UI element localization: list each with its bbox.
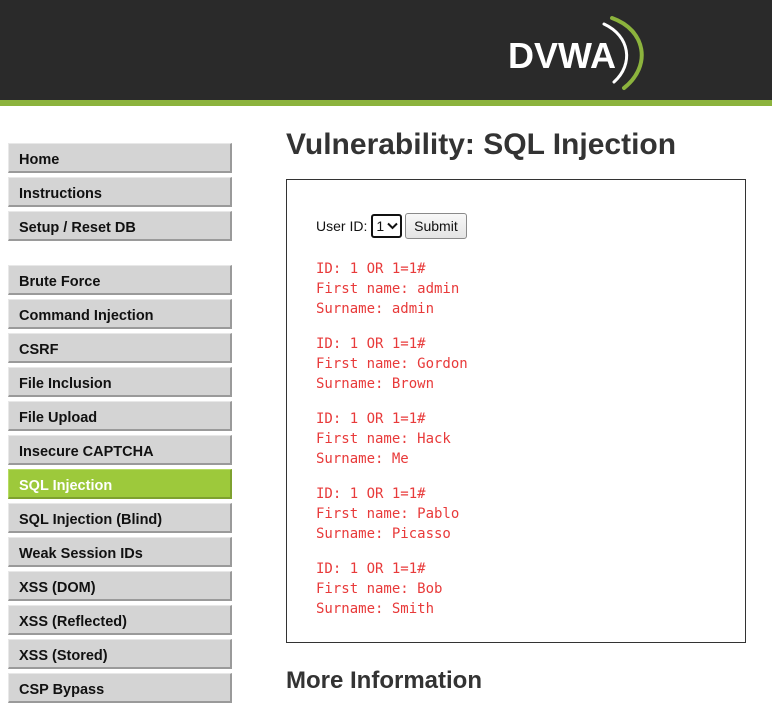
more-information-heading: More Information — [286, 667, 482, 694]
sidebar-item-csrf[interactable]: CSRF — [8, 333, 232, 363]
sidebar-item-instructions[interactable]: Instructions — [8, 177, 232, 207]
sidebar-item-file-upload[interactable]: File Upload — [8, 401, 232, 431]
user-id-select[interactable]: 1 — [371, 214, 403, 238]
result-first-name-line: First name: Bob — [316, 581, 443, 597]
chevron-down-icon — [387, 222, 398, 230]
sidebar-item-file-inclusion[interactable]: File Inclusion — [8, 367, 232, 397]
result-surname-line: Surname: Picasso — [316, 526, 451, 542]
sidebar-item-brute-force[interactable]: Brute Force — [8, 265, 232, 295]
sidebar-item-sql-injection-blind[interactable]: SQL Injection (Blind) — [8, 503, 232, 533]
sidebar-item-xss-dom[interactable]: XSS (DOM) — [8, 571, 232, 601]
result-first-name-line: First name: Gordon — [316, 356, 468, 372]
header-accent-bar — [0, 100, 772, 106]
user-id-form: User ID: 1 Submit — [316, 213, 467, 239]
result-surname-line: Surname: Me — [316, 451, 409, 467]
user-id-label: User ID: — [316, 218, 368, 234]
query-results: ID: 1 OR 1=1# First name: admin Surname: a… — [316, 259, 468, 634]
sidebar-item-xss-stored[interactable]: XSS (Stored) — [8, 639, 232, 669]
result-record: ID: 1 OR 1=1# First name: Hack Surname: Me — [316, 409, 468, 469]
sidebar-item-insecure-captcha[interactable]: Insecure CAPTCHA — [8, 435, 232, 465]
result-id-line: ID: 1 OR 1=1# — [316, 261, 426, 277]
result-first-name-line: First name: Hack — [316, 431, 451, 447]
vulnerable-code-area: User ID: 1 Submit ID: 1 OR 1=1# First nam… — [286, 179, 746, 643]
dvwa-logo[interactable]: DVWA — [496, 8, 656, 100]
sidebar-item-command-injection[interactable]: Command Injection — [8, 299, 232, 329]
logo-text: DVWA — [508, 35, 616, 76]
sidebar-item-xss-reflected[interactable]: XSS (Reflected) — [8, 605, 232, 635]
result-record: ID: 1 OR 1=1# First name: Bob Surname: Smi… — [316, 559, 468, 619]
result-id-line: ID: 1 OR 1=1# — [316, 336, 426, 352]
user-id-selected-value: 1 — [376, 218, 385, 234]
sidebar-menu: Home Instructions Setup / Reset DB Brute Fo… — [8, 143, 232, 707]
submit-button[interactable]: Submit — [405, 213, 467, 239]
result-surname-line: Surname: Smith — [316, 601, 435, 617]
result-id-line: ID: 1 OR 1=1# — [316, 561, 426, 577]
page-title: Vulnerability: SQL Injection — [286, 128, 677, 161]
result-id-line: ID: 1 OR 1=1# — [316, 486, 426, 502]
sidebar-item-setup-reset-db[interactable]: Setup / Reset DB — [8, 211, 232, 241]
result-surname-line: Surname: admin — [316, 301, 435, 317]
result-surname-line: Surname: Brown — [316, 376, 435, 392]
sidebar-item-home[interactable]: Home — [8, 143, 232, 173]
page-header: DVWA — [0, 0, 772, 106]
sidebar-item-sql-injection[interactable]: SQL Injection — [8, 469, 232, 499]
result-id-line: ID: 1 OR 1=1# — [316, 411, 426, 427]
result-record: ID: 1 OR 1=1# First name: admin Surname: a… — [316, 259, 468, 319]
result-record: ID: 1 OR 1=1# First name: Pablo Surname: P… — [316, 484, 468, 544]
result-first-name-line: First name: Pablo — [316, 506, 460, 522]
sidebar-item-weak-session-ids[interactable]: Weak Session IDs — [8, 537, 232, 567]
result-record: ID: 1 OR 1=1# First name: Gordon Surname: … — [316, 334, 468, 394]
sidebar-item-csp-bypass[interactable]: CSP Bypass — [8, 673, 232, 703]
result-first-name-line: First name: admin — [316, 281, 460, 297]
